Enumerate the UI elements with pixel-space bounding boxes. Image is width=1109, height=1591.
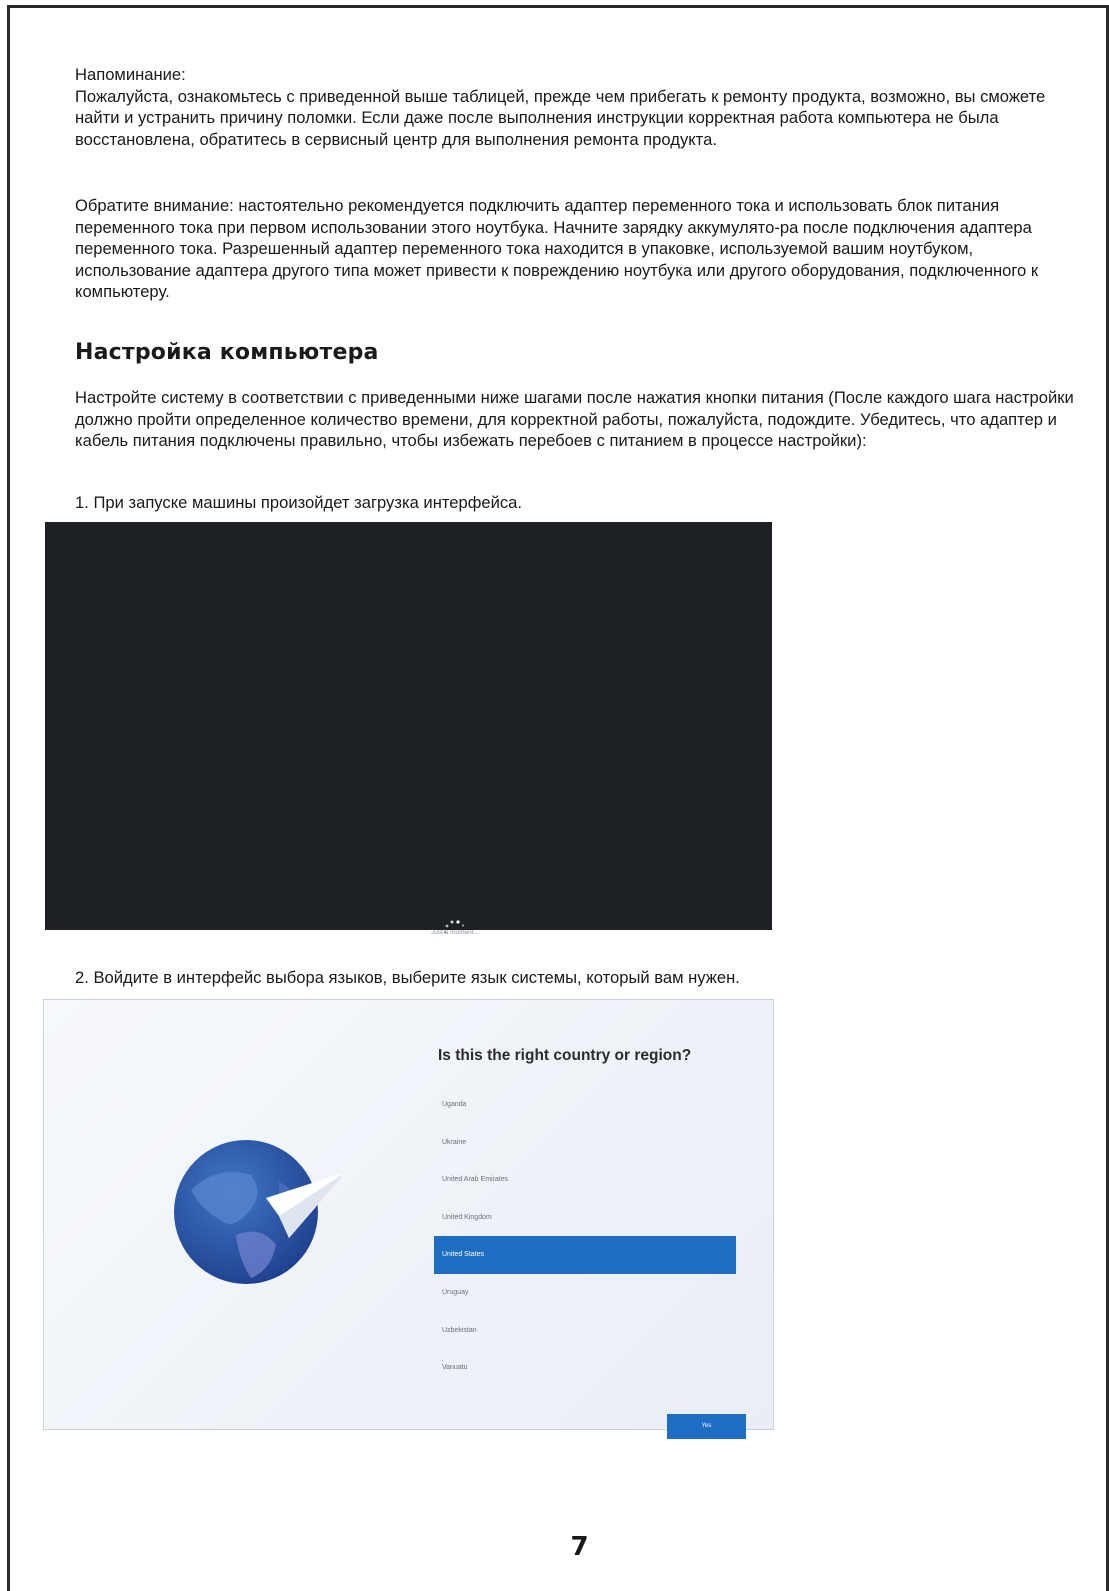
yes-button[interactable]: Yes <box>667 1414 746 1439</box>
region-item[interactable]: Uruguay <box>434 1274 736 1312</box>
step-2-text: 2. Войдите в интерфейс выбора языков, вы… <box>75 968 740 987</box>
region-item[interactable]: Vanuatu <box>434 1349 736 1387</box>
reminder-section: Напоминание: Пожалуйста, ознакомьтесь с … <box>75 64 1087 150</box>
globe-icon <box>161 1120 346 1300</box>
region-selection-screenshot: Is this the right country or region? Uga… <box>43 999 774 1439</box>
step-1-text: 1. При запуске машины произойдет загрузк… <box>75 493 523 512</box>
region-question-title: Is this the right country or region? <box>438 1047 692 1064</box>
setup-intro-paragraph: Настройте систему в соответствии с приве… <box>75 388 1074 450</box>
reminder-title: Напоминание: <box>75 65 186 84</box>
region-item-selected[interactable]: United States <box>434 1236 736 1274</box>
note-paragraph: Обратите внимание: настоятельно рекоменд… <box>75 196 1039 301</box>
region-item[interactable]: Ukraine <box>434 1124 736 1162</box>
region-item[interactable]: Uganda <box>434 1086 736 1124</box>
section-heading: Настройка компьютера <box>75 340 379 365</box>
region-item[interactable]: Uzbekistan <box>434 1312 736 1350</box>
page-number: 7 <box>570 1532 589 1562</box>
region-item[interactable]: United Arab Emirates <box>434 1161 736 1199</box>
loading-text: Just a moment... <box>430 929 480 936</box>
loading-screenshot: Just a moment... <box>45 522 772 936</box>
reminder-body: Пожалуйста, ознакомьтесь с приведенной в… <box>75 86 1046 149</box>
region-item[interactable]: United Kingdom <box>434 1199 736 1237</box>
region-list: Uganda Ukraine United Arab Emirates Unit… <box>434 1086 736 1387</box>
